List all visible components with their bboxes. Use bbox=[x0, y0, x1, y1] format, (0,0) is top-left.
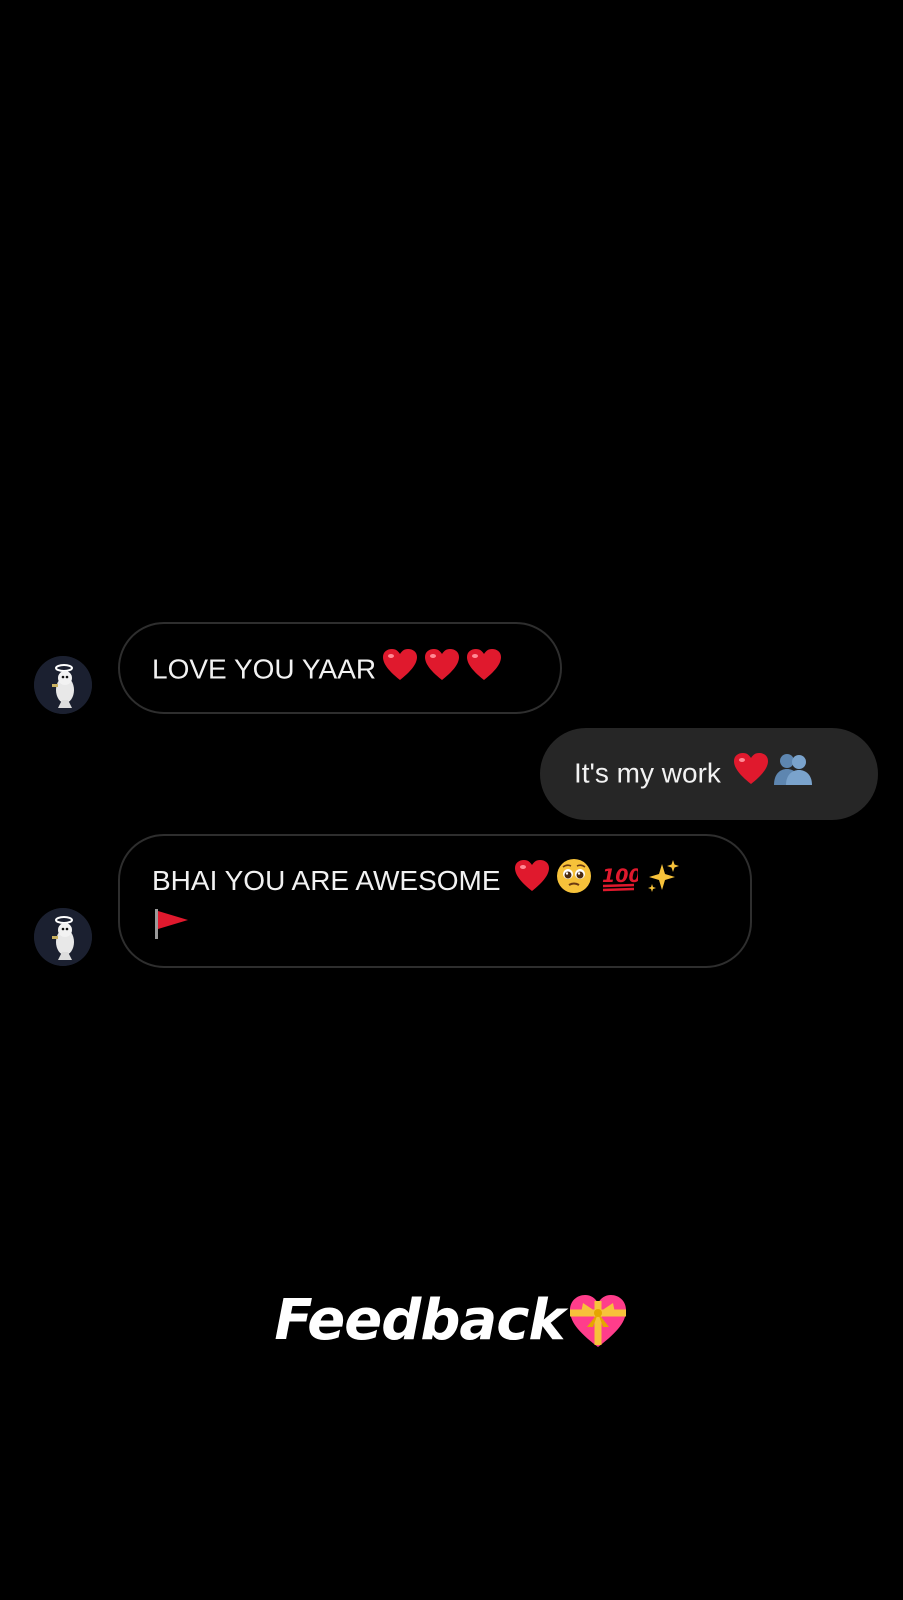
red-heart-emoji bbox=[418, 648, 460, 694]
message-text: BHAI YOU ARE AWESOME bbox=[152, 864, 501, 896]
message-text: LOVE YOU YAAR bbox=[152, 653, 377, 685]
pleading-face-emoji bbox=[556, 858, 592, 907]
message-row-outgoing: It's my work bbox=[0, 726, 903, 822]
red-heart-emoji bbox=[508, 859, 550, 906]
two-people-silhouette-emoji bbox=[773, 752, 813, 798]
avatar[interactable] bbox=[34, 908, 92, 966]
message-bubble[interactable]: LOVE YOU YAAR bbox=[118, 622, 562, 714]
hundred-points-emoji: 100 bbox=[600, 858, 642, 907]
feedback-title: Feedback bbox=[274, 1288, 565, 1353]
message-bubble[interactable]: It's my work bbox=[540, 728, 878, 820]
red-heart-emoji bbox=[460, 648, 502, 694]
heart-with-ribbon-icon bbox=[565, 1291, 629, 1357]
feedback-caption: Feedback bbox=[0, 1288, 903, 1357]
red-heart-emoji bbox=[376, 648, 418, 694]
message-row-incoming: LOVE YOU YAAR bbox=[0, 620, 903, 716]
message-bubble[interactable]: BHAI YOU ARE AWESOME 100 bbox=[118, 834, 752, 968]
message-text: It's my work bbox=[574, 757, 721, 789]
avatar[interactable] bbox=[34, 656, 92, 714]
sparkles-emoji bbox=[646, 858, 680, 907]
red-heart-emoji bbox=[727, 752, 769, 798]
svg-text:100: 100 bbox=[602, 865, 638, 887]
red-flag-emoji bbox=[152, 907, 190, 953]
message-row-incoming: BHAI YOU ARE AWESOME 100 bbox=[0, 834, 903, 970]
